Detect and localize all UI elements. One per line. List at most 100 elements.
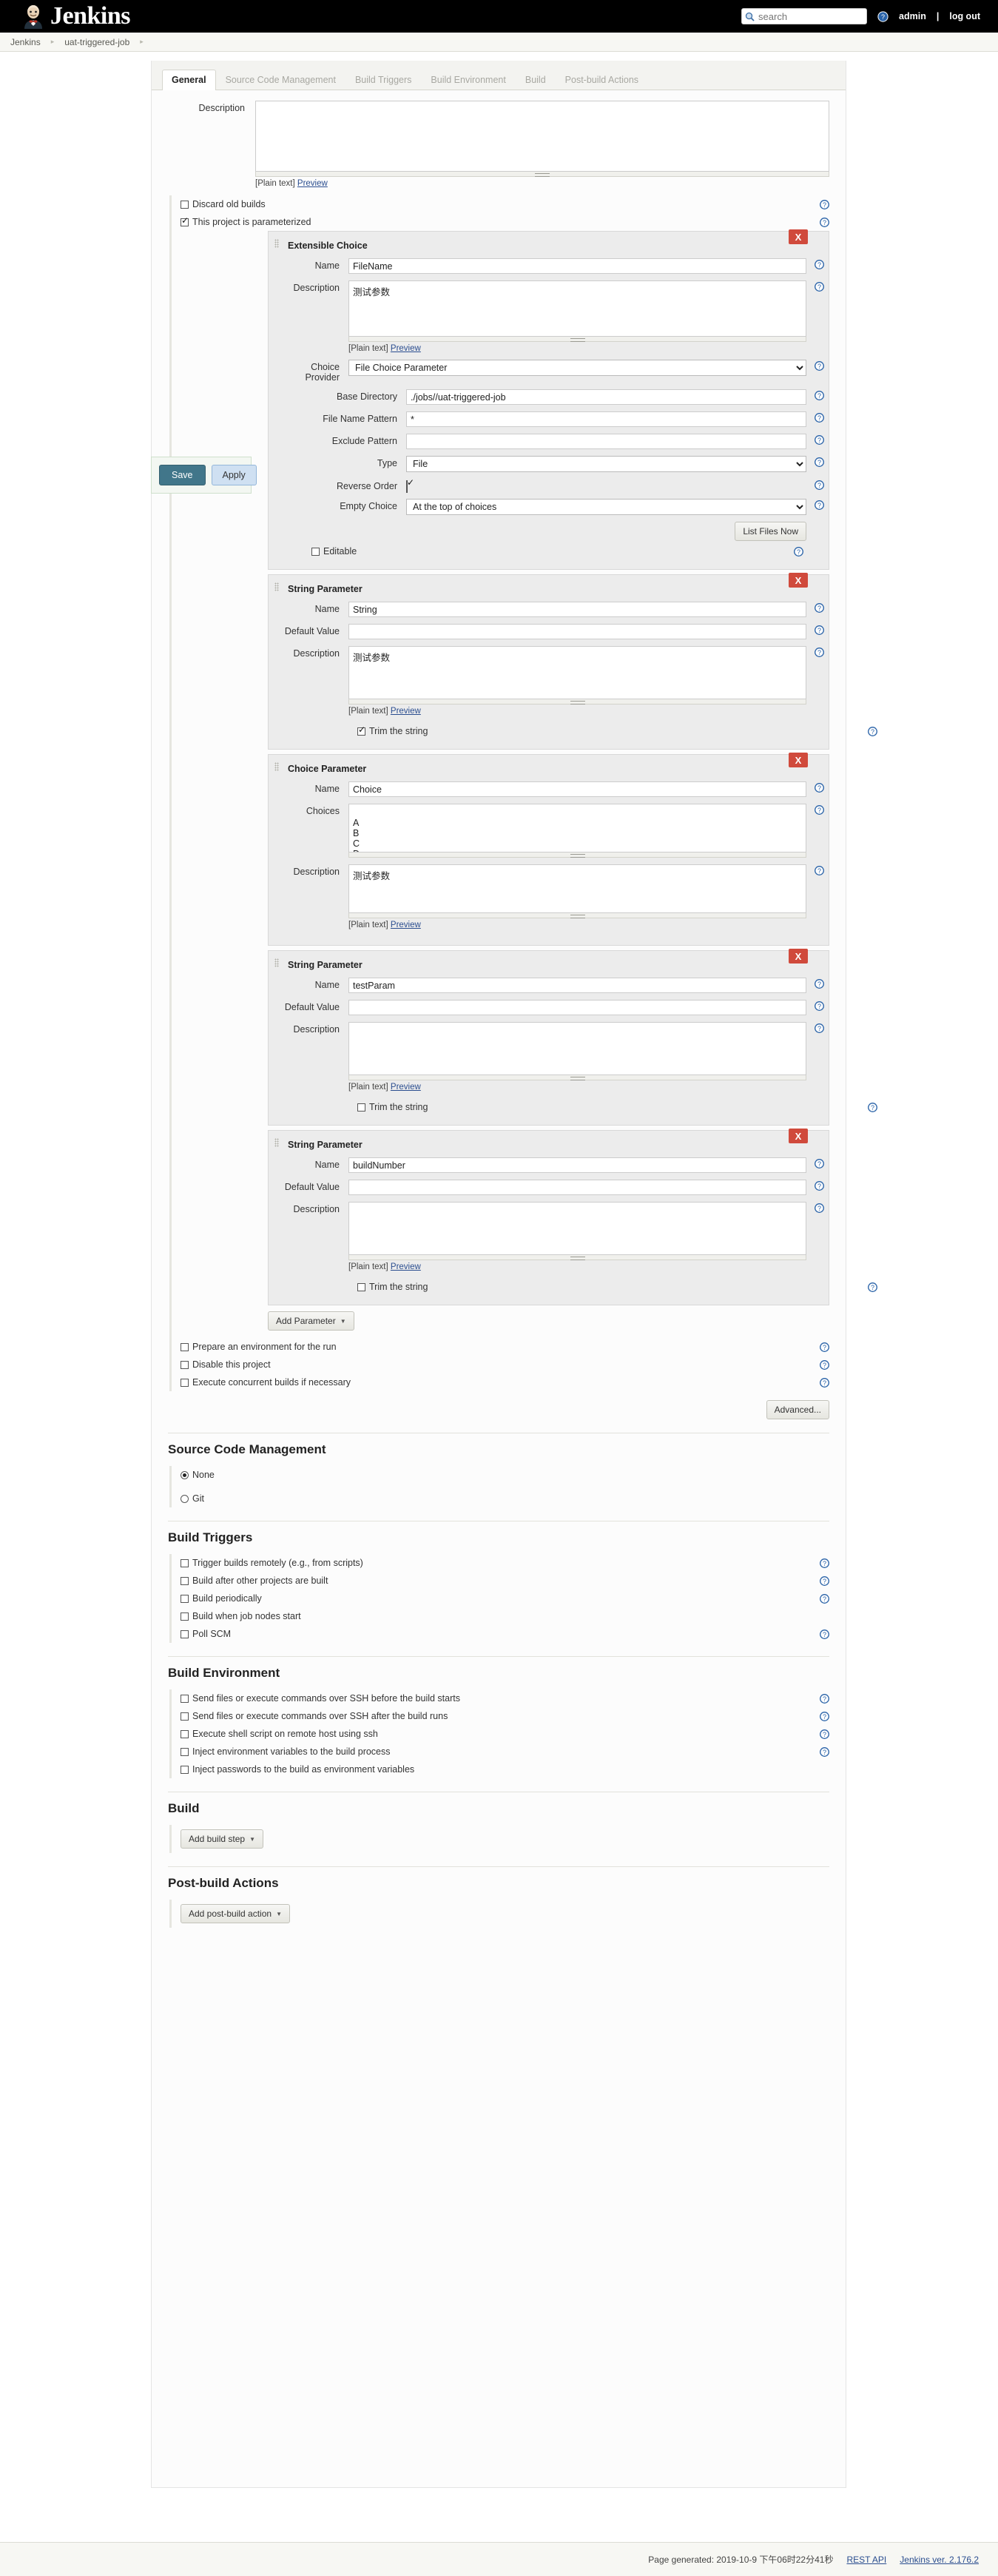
scm-option-none-row[interactable]: None bbox=[181, 1466, 829, 1484]
editable-help-icon[interactable]: ? bbox=[794, 547, 803, 556]
preview-link[interactable]: Preview bbox=[297, 179, 328, 188]
add-parameter-button[interactable]: Add Parameter ▼ bbox=[268, 1311, 354, 1331]
inject-env-vars-checkbox[interactable] bbox=[181, 1747, 189, 1756]
preview-link[interactable]: Preview bbox=[391, 921, 421, 929]
concurrent-builds-checkbox[interactable] bbox=[181, 1378, 189, 1387]
is-parameterized-help-icon[interactable]: ? bbox=[820, 218, 829, 227]
trim-string-checkbox[interactable] bbox=[357, 725, 365, 736]
tab-general[interactable]: General bbox=[162, 70, 216, 90]
discard-old-builds-checkbox[interactable] bbox=[181, 200, 189, 209]
param-description-resize-handle[interactable] bbox=[348, 1255, 806, 1260]
file-type-help-icon[interactable]: ? bbox=[815, 457, 824, 467]
build-after-other-projects-checkbox[interactable] bbox=[181, 1576, 189, 1585]
ssh-before-build-help-icon[interactable]: ? bbox=[820, 1694, 829, 1704]
param-default-value-input[interactable] bbox=[348, 1180, 806, 1195]
param-name-help-icon[interactable]: ? bbox=[815, 783, 824, 793]
preview-link[interactable]: Preview bbox=[391, 1083, 421, 1092]
ssh-before-build-row[interactable]: Send files or execute commands over SSH … bbox=[181, 1689, 829, 1707]
disable-project-checkbox[interactable] bbox=[181, 1360, 189, 1369]
param-name-input[interactable] bbox=[348, 258, 806, 274]
list-files-now-button[interactable]: List Files Now bbox=[735, 522, 806, 541]
ssh-after-build-row[interactable]: Send files or execute commands over SSH … bbox=[181, 1707, 829, 1725]
disable-project-help-icon[interactable]: ? bbox=[820, 1360, 829, 1370]
trim-string-help-icon[interactable]: ? bbox=[868, 1282, 877, 1292]
execute-shell-remote-row[interactable]: Execute shell script on remote host usin… bbox=[181, 1725, 829, 1743]
tab-build-environment[interactable]: Build Environment bbox=[421, 70, 515, 90]
param-name-input[interactable] bbox=[348, 781, 806, 797]
poll-scm-help-icon[interactable]: ? bbox=[820, 1630, 829, 1639]
search-help-icon[interactable]: ? bbox=[877, 10, 889, 22]
logout-link[interactable]: log out bbox=[949, 11, 980, 21]
disable-project-row[interactable]: Disable this project ? bbox=[181, 1356, 829, 1373]
editable-checkbox[interactable] bbox=[311, 547, 320, 556]
trim-string-help-icon[interactable]: ? bbox=[868, 727, 877, 736]
trim-string-row[interactable]: Trim the string ? bbox=[357, 722, 877, 740]
exclude-pattern-input[interactable] bbox=[406, 434, 806, 449]
search-box[interactable] bbox=[741, 8, 868, 24]
tab-build-triggers[interactable]: Build Triggers bbox=[345, 70, 421, 90]
advanced-button[interactable]: Advanced... bbox=[766, 1400, 829, 1419]
discard-old-builds-row[interactable]: Discard old builds ? bbox=[181, 195, 829, 213]
param-description-help-icon[interactable]: ? bbox=[815, 866, 824, 875]
add-post-build-action-button[interactable]: Add post-build action ▼ bbox=[181, 1904, 290, 1923]
trim-string-row[interactable]: Trim the string ? bbox=[357, 1278, 877, 1296]
scm-option-git-row[interactable]: Git bbox=[181, 1490, 829, 1507]
param-default-value-input[interactable] bbox=[348, 624, 806, 639]
param-name-help-icon[interactable]: ? bbox=[815, 1159, 824, 1168]
param-default-value-help-icon[interactable]: ? bbox=[815, 625, 824, 635]
build-after-other-projects-help-icon[interactable]: ? bbox=[820, 1576, 829, 1586]
param-description-textarea[interactable]: 测试参数 bbox=[348, 864, 806, 913]
param-description-textarea[interactable]: 测试参数 bbox=[348, 280, 806, 337]
param-choices-textarea[interactable]: A B C D bbox=[348, 804, 806, 852]
file-type-select[interactable]: File bbox=[406, 456, 806, 472]
is-parameterized-checkbox[interactable] bbox=[181, 216, 189, 226]
save-button[interactable]: Save bbox=[159, 465, 206, 485]
breadcrumb-item-job[interactable]: uat-triggered-job bbox=[64, 37, 129, 47]
preview-link[interactable]: Preview bbox=[391, 1262, 421, 1271]
concurrent-builds-row[interactable]: Execute concurrent builds if necessary ? bbox=[181, 1373, 829, 1391]
param-name-input[interactable] bbox=[348, 602, 806, 617]
param-default-value-help-icon[interactable]: ? bbox=[815, 1181, 824, 1191]
param-choices-help-icon[interactable]: ? bbox=[815, 805, 824, 815]
param-description-resize-handle[interactable] bbox=[348, 337, 806, 342]
preview-link[interactable]: Preview bbox=[391, 707, 421, 716]
choice-provider-select[interactable]: File Choice Parameter bbox=[348, 360, 806, 376]
current-user-link[interactable]: admin bbox=[899, 11, 926, 21]
build-periodically-checkbox[interactable] bbox=[181, 1594, 189, 1603]
breadcrumb-item-jenkins[interactable]: Jenkins bbox=[10, 37, 41, 47]
reverse-order-checkbox[interactable] bbox=[406, 480, 408, 493]
ssh-before-build-checkbox[interactable] bbox=[181, 1694, 189, 1703]
choice-provider-help-icon[interactable]: ? bbox=[815, 361, 824, 371]
param-default-value-help-icon[interactable]: ? bbox=[815, 1001, 824, 1011]
base-directory-help-icon[interactable]: ? bbox=[815, 391, 824, 400]
scm-radio-git[interactable] bbox=[181, 1494, 189, 1503]
param-description-textarea[interactable] bbox=[348, 1022, 806, 1075]
prepare-environment-row[interactable]: Prepare an environment for the run ? bbox=[181, 1338, 829, 1356]
drag-handle-icon[interactable] bbox=[274, 1138, 279, 1147]
param-description-textarea[interactable]: 测试参数 bbox=[348, 646, 806, 699]
build-periodically-help-icon[interactable]: ? bbox=[820, 1594, 829, 1604]
inject-env-vars-row[interactable]: Inject environment variables to the buil… bbox=[181, 1743, 829, 1761]
trim-string-row[interactable]: Trim the string ? bbox=[357, 1098, 877, 1116]
param-name-input[interactable] bbox=[348, 1157, 806, 1173]
is-parameterized-row[interactable]: This project is parameterized ? bbox=[181, 213, 829, 231]
file-name-pattern-help-icon[interactable]: ? bbox=[815, 413, 824, 423]
param-choices-resize-handle[interactable] bbox=[348, 852, 806, 858]
ssh-after-build-checkbox[interactable] bbox=[181, 1712, 189, 1721]
param-description-help-icon[interactable]: ? bbox=[815, 1023, 824, 1033]
jenkins-version-link[interactable]: Jenkins ver. 2.176.2 bbox=[900, 2555, 979, 2565]
exclude-pattern-help-icon[interactable]: ? bbox=[815, 435, 824, 445]
preview-link[interactable]: Preview bbox=[391, 344, 421, 353]
param-default-value-input[interactable] bbox=[348, 1000, 806, 1015]
drag-handle-icon[interactable] bbox=[274, 239, 279, 248]
param-description-textarea[interactable] bbox=[348, 1202, 806, 1255]
param-description-resize-handle[interactable] bbox=[348, 699, 806, 704]
trigger-remote-row[interactable]: Trigger builds remotely (e.g., from scri… bbox=[181, 1554, 829, 1572]
drag-handle-icon[interactable] bbox=[274, 958, 279, 967]
param-name-input[interactable] bbox=[348, 978, 806, 993]
param-name-help-icon[interactable]: ? bbox=[815, 979, 824, 989]
jenkins-brand[interactable]: Jenkins bbox=[0, 4, 131, 29]
trim-string-help-icon[interactable]: ? bbox=[868, 1103, 877, 1112]
drag-handle-icon[interactable] bbox=[274, 762, 279, 771]
add-build-step-button[interactable]: Add build step ▼ bbox=[181, 1829, 263, 1849]
